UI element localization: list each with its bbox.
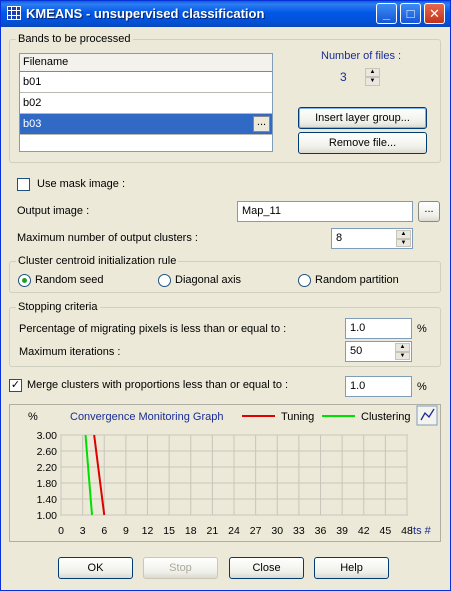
file-row-selected[interactable]: b03 ... bbox=[20, 114, 272, 135]
output-image-label: Output image : bbox=[17, 205, 90, 217]
file-row[interactable]: b02 bbox=[20, 93, 272, 114]
init-rule-group-title: Cluster centroid initialization rule bbox=[16, 255, 179, 267]
spin-down-icon[interactable]: ▼ bbox=[395, 351, 410, 360]
diagonal-axis-radio[interactable] bbox=[158, 274, 171, 287]
stopping-criteria-title: Stopping criteria bbox=[16, 301, 100, 313]
random-seed-label: Random seed bbox=[35, 274, 104, 286]
x-tick-label: 39 bbox=[336, 525, 348, 537]
x-tick-label: 9 bbox=[123, 525, 129, 537]
number-of-files-value: 3 bbox=[340, 70, 347, 84]
file-name: b02 bbox=[23, 97, 42, 109]
max-iterations-value: 50 bbox=[350, 345, 363, 357]
output-browse-button[interactable]: ... bbox=[418, 201, 440, 222]
x-tick-label: 30 bbox=[271, 525, 283, 537]
pct-migrating-input[interactable]: 1.0 bbox=[345, 318, 412, 339]
merge-clusters-label: Merge clusters with proportions less tha… bbox=[27, 379, 289, 391]
y-tick-label: 1.40 bbox=[37, 494, 58, 506]
max-clusters-value: 8 bbox=[336, 232, 343, 244]
max-clusters-input[interactable]: 8 ▲ ▼ bbox=[331, 228, 413, 249]
insert-layer-group-button[interactable]: Insert layer group... bbox=[298, 107, 427, 129]
legend-label-clustering: Clustering bbox=[361, 411, 411, 423]
spin-down-icon[interactable]: ▼ bbox=[365, 77, 380, 86]
ok-button[interactable]: OK bbox=[58, 557, 133, 579]
x-tick-label: 45 bbox=[380, 525, 392, 537]
x-tick-label: 0 bbox=[58, 525, 64, 537]
use-mask-label: Use mask image : bbox=[37, 178, 126, 190]
y-tick-label: 2.60 bbox=[37, 446, 58, 458]
random-partition-label: Random partition bbox=[315, 274, 399, 286]
max-iterations-spinner[interactable]: ▲ ▼ bbox=[395, 343, 410, 360]
bands-group-title: Bands to be processed bbox=[16, 33, 133, 45]
x-tick-label: 15 bbox=[163, 525, 175, 537]
max-iterations-label: Maximum iterations : bbox=[19, 346, 121, 358]
y-tick-label: 2.20 bbox=[37, 462, 58, 474]
file-list[interactable]: Filename b01 b02 b03 ... bbox=[19, 53, 273, 152]
output-image-input[interactable]: Map_11 bbox=[237, 201, 413, 222]
spin-up-icon[interactable]: ▲ bbox=[396, 230, 411, 239]
x-tick-label: 3 bbox=[80, 525, 86, 537]
merge-clusters-checkbox[interactable]: ✓ bbox=[9, 379, 22, 392]
x-axis-label: Its # bbox=[410, 525, 432, 537]
y-tick-label: 1.00 bbox=[37, 510, 58, 522]
number-of-files-label: Number of files : bbox=[321, 50, 402, 62]
spin-up-icon[interactable]: ▲ bbox=[395, 343, 410, 352]
x-tick-label: 18 bbox=[185, 525, 197, 537]
title-bar[interactable]: KMEANS - unsupervised classification _ □… bbox=[1, 1, 450, 27]
y-axis-label: % bbox=[28, 411, 38, 423]
pct-migrating-unit: % bbox=[417, 323, 427, 335]
filename-column-header[interactable]: Filename bbox=[20, 54, 272, 72]
file-name: b03 bbox=[23, 118, 42, 130]
y-tick-label: 3.00 bbox=[37, 430, 58, 442]
x-tick-label: 42 bbox=[358, 525, 370, 537]
spin-down-icon[interactable]: ▼ bbox=[396, 238, 411, 247]
spin-up-icon[interactable]: ▲ bbox=[365, 68, 380, 77]
stop-button[interactable]: Stop bbox=[143, 557, 218, 579]
app-icon bbox=[7, 6, 21, 20]
merge-threshold-input[interactable]: 1.0 bbox=[345, 376, 412, 397]
x-tick-label: 33 bbox=[293, 525, 305, 537]
file-name: b01 bbox=[23, 76, 42, 88]
random-seed-radio[interactable] bbox=[18, 274, 31, 287]
legend-label-tuning: Tuning bbox=[281, 411, 314, 423]
max-clusters-spinner[interactable]: ▲ ▼ bbox=[396, 230, 411, 247]
window-title: KMEANS - unsupervised classification bbox=[26, 6, 265, 21]
y-tick-label: 1.80 bbox=[37, 478, 58, 490]
merge-threshold-unit: % bbox=[417, 381, 427, 393]
diagonal-axis-label: Diagonal axis bbox=[175, 274, 242, 286]
convergence-graph: % Convergence Monitoring Graph Tuning Cl… bbox=[28, 405, 438, 537]
max-clusters-label: Maximum number of output clusters : bbox=[17, 232, 198, 244]
max-iterations-input[interactable]: 50 ▲ ▼ bbox=[345, 341, 412, 362]
help-button[interactable]: Help bbox=[314, 557, 389, 579]
minimize-button[interactable]: _ bbox=[376, 3, 397, 24]
x-tick-label: 21 bbox=[207, 525, 219, 537]
number-of-files-spinner[interactable]: ▲ ▼ bbox=[365, 68, 380, 86]
chart-options-button[interactable] bbox=[416, 405, 438, 426]
x-tick-label: 36 bbox=[315, 525, 327, 537]
close-button[interactable]: Close bbox=[229, 557, 304, 579]
x-tick-label: 12 bbox=[142, 525, 154, 537]
file-browse-button[interactable]: ... bbox=[253, 116, 270, 132]
x-tick-label: 27 bbox=[250, 525, 262, 537]
x-tick-label: 6 bbox=[101, 525, 107, 537]
random-partition-radio[interactable] bbox=[298, 274, 311, 287]
pct-migrating-label: Percentage of migrating pixels is less t… bbox=[19, 323, 287, 335]
chart-title: Convergence Monitoring Graph bbox=[70, 411, 223, 423]
use-mask-checkbox[interactable] bbox=[17, 178, 30, 191]
close-window-button[interactable]: ✕ bbox=[424, 3, 445, 24]
kmeans-dialog: KMEANS - unsupervised classification _ □… bbox=[0, 0, 451, 591]
maximize-button[interactable]: □ bbox=[400, 3, 421, 24]
remove-file-button[interactable]: Remove file... bbox=[298, 132, 427, 154]
x-tick-label: 24 bbox=[228, 525, 240, 537]
file-row[interactable]: b01 bbox=[20, 72, 272, 93]
